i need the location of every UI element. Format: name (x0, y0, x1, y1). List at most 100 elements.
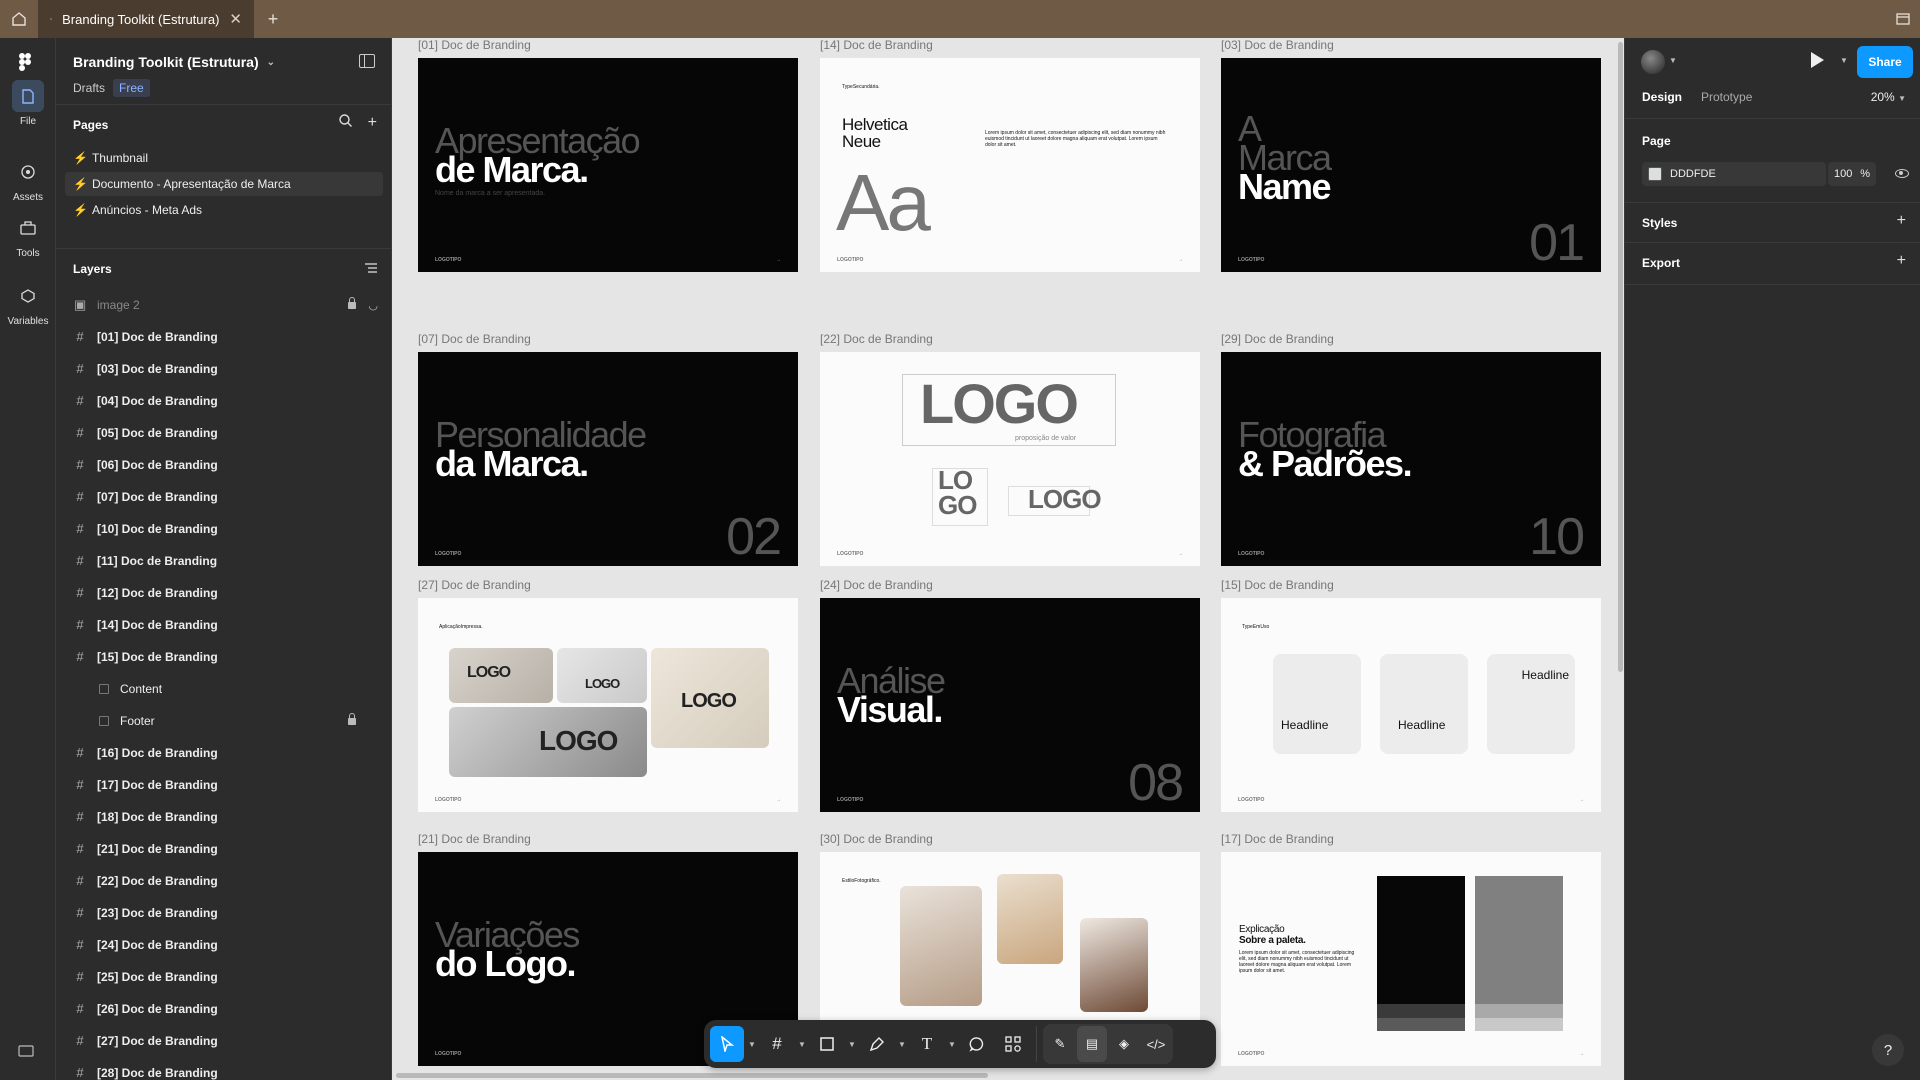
layer-frame[interactable]: # [25] Doc de Branding (56, 964, 391, 990)
sidebar-toggle-icon[interactable] (359, 54, 375, 68)
layer-frame[interactable]: # [17] Doc de Branding (56, 772, 391, 798)
lock-icon[interactable] (348, 296, 356, 309)
frame-label[interactable]: [01] Doc de Branding (418, 38, 531, 52)
add-page-icon[interactable]: + (368, 114, 377, 132)
search-icon[interactable] (338, 114, 352, 132)
layer-frame[interactable]: # [07] Doc de Branding (56, 484, 391, 510)
add-export-icon[interactable]: + (1897, 252, 1906, 270)
figma-logo-icon[interactable] (18, 52, 38, 72)
present-play-icon[interactable] (1811, 52, 1824, 68)
layer-frame[interactable]: # [26] Doc de Branding (56, 996, 391, 1022)
rail-assets[interactable]: Assets (0, 156, 56, 203)
layer-frame[interactable]: # [22] Doc de Branding (56, 868, 391, 894)
draw-mode[interactable]: ✎ (1045, 1026, 1075, 1062)
chevron-down-icon[interactable]: ▼ (1840, 56, 1848, 65)
frame-29[interactable]: Fotografia & Padrões. 10 LOGOTIPO (1221, 352, 1601, 566)
frame-14[interactable]: TypeSecundária. Helvetica Neue Aa Lorem … (820, 58, 1200, 272)
layer-image[interactable]: ▣ image 2 ◡ (56, 292, 391, 318)
chevron-down-icon[interactable]: ▼ (946, 1040, 958, 1049)
components-mode[interactable]: ◈ (1109, 1026, 1139, 1062)
frame-label[interactable]: [24] Doc de Branding (820, 578, 933, 592)
layer-frame[interactable]: # [27] Doc de Branding (56, 1028, 391, 1054)
rail-tools[interactable]: Tools (0, 212, 56, 259)
rectangle-tool[interactable] (810, 1026, 844, 1062)
page-color-value[interactable]: DDDFDE (1670, 168, 1716, 180)
chevron-down-icon[interactable]: ▼ (746, 1040, 758, 1049)
rail-file[interactable]: File (0, 80, 56, 127)
layer-frame[interactable]: # [18] Doc de Branding (56, 804, 391, 830)
layer-frame[interactable]: # [06] Doc de Branding (56, 452, 391, 478)
canvas[interactable]: [01] Doc de Branding Apresentação de Mar… (392, 38, 1624, 1080)
frame-17[interactable]: Explicação Sobre a paleta. Lorem ipsum d… (1221, 852, 1601, 1066)
pen-tool[interactable] (860, 1026, 894, 1062)
layer-footer[interactable]: Footer (56, 708, 391, 734)
frame-label[interactable]: [22] Doc de Branding (820, 332, 933, 346)
help-icon[interactable]: ? (1872, 1034, 1904, 1066)
layer-frame[interactable]: # [10] Doc de Branding (56, 516, 391, 542)
layer-frame[interactable]: # [28] Doc de Branding (56, 1060, 391, 1080)
add-style-icon[interactable]: + (1897, 212, 1906, 230)
drafts-link[interactable]: Drafts (73, 81, 105, 95)
window-icon[interactable] (1896, 0, 1910, 38)
layer-frame[interactable]: # [05] Doc de Branding (56, 420, 391, 446)
frame-label[interactable]: [17] Doc de Branding (1221, 832, 1334, 846)
frame-label[interactable]: [29] Doc de Branding (1221, 332, 1334, 346)
frame-07[interactable]: Personalidade da Marca. 02 LOGOTIPO (418, 352, 798, 566)
layer-frame[interactable]: # [23] Doc de Branding (56, 900, 391, 926)
layer-frame[interactable]: # [11] Doc de Branding (56, 548, 391, 574)
frame-label[interactable]: [03] Doc de Branding (1221, 38, 1334, 52)
home-icon[interactable] (0, 0, 38, 38)
keyboard-shortcuts-icon[interactable] (18, 1044, 38, 1060)
design-mode[interactable]: ▤ (1077, 1026, 1107, 1062)
page-item-thumbnail[interactable]: ⚡ Thumbnail (65, 146, 383, 170)
layer-frame[interactable]: # [16] Doc de Branding (56, 740, 391, 766)
chevron-down-icon[interactable]: ▼ (896, 1040, 908, 1049)
layer-frame[interactable]: # [01] Doc de Branding (56, 324, 391, 350)
page-opacity-field[interactable]: 100 % (1828, 162, 1876, 186)
chevron-down-icon[interactable]: ▼ (796, 1040, 808, 1049)
page-item-documento[interactable]: ⚡ Documento - Apresentação de Marca (65, 172, 383, 196)
frame-15[interactable]: TypeEmUso Headline Headline Headline LOG… (1221, 598, 1601, 812)
layer-frame[interactable]: # [15] Doc de Branding (56, 644, 391, 670)
text-tool[interactable]: T (910, 1026, 944, 1062)
actions-tool[interactable] (996, 1026, 1030, 1062)
close-icon[interactable]: ✕ (229, 10, 242, 28)
collapse-layers-icon[interactable] (365, 260, 377, 278)
opacity-value[interactable]: 100 (1834, 168, 1852, 180)
layer-frame[interactable]: # [24] Doc de Branding (56, 932, 391, 958)
page-color-field[interactable]: DDDFDE (1642, 162, 1826, 186)
horizontal-scrollbar[interactable] (396, 1073, 988, 1078)
new-tab-button[interactable]: + (254, 0, 292, 38)
avatar[interactable] (1641, 50, 1665, 74)
frame-01[interactable]: Apresentação de Marca. Nome da marca a s… (418, 58, 798, 272)
eye-icon[interactable] (1895, 169, 1909, 178)
frame-22[interactable]: LOGO proposição de valor LO GO LOGO LOGO… (820, 352, 1200, 566)
color-swatch[interactable] (1648, 167, 1662, 181)
layer-content[interactable]: Content (56, 676, 391, 702)
frame-label[interactable]: [15] Doc de Branding (1221, 578, 1334, 592)
layer-frame[interactable]: # [14] Doc de Branding (56, 612, 391, 638)
frame-27[interactable]: AplicaçãoImpressa. LOGO LOGO LOGO LOGO L… (418, 598, 798, 812)
tab-file[interactable]: Branding Toolkit (Estrutura) ✕ (38, 0, 254, 38)
tab-prototype[interactable]: Prototype (1701, 90, 1752, 104)
chevron-down-icon[interactable]: ▼ (1669, 56, 1677, 65)
frame-tool[interactable]: # (760, 1026, 794, 1062)
vertical-scrollbar[interactable] (1618, 42, 1623, 672)
rail-variables[interactable]: Variables (0, 280, 56, 327)
eye-closed-icon[interactable]: ◡ (368, 299, 378, 312)
frame-label[interactable]: [21] Doc de Branding (418, 832, 531, 846)
frame-24[interactable]: Análise Visual. 08 LOGOTIPO (820, 598, 1200, 812)
page-item-anuncios[interactable]: ⚡ Anúncios - Meta Ads (65, 198, 383, 222)
frame-03[interactable]: A Marca Name 01 LOGOTIPO (1221, 58, 1601, 272)
share-button[interactable]: Share (1857, 46, 1913, 78)
lock-icon[interactable] (348, 712, 356, 725)
frame-label[interactable]: [27] Doc de Branding (418, 578, 531, 592)
layer-frame[interactable]: # [21] Doc de Branding (56, 836, 391, 862)
move-tool[interactable] (710, 1026, 744, 1062)
zoom-menu[interactable]: 20% ▼ (1871, 90, 1906, 104)
tab-design[interactable]: Design (1642, 90, 1682, 104)
dev-mode[interactable]: </> (1141, 1026, 1171, 1062)
layer-frame[interactable]: # [12] Doc de Branding (56, 580, 391, 606)
layer-frame[interactable]: # [03] Doc de Branding (56, 356, 391, 382)
chevron-down-icon[interactable]: ▼ (846, 1040, 858, 1049)
